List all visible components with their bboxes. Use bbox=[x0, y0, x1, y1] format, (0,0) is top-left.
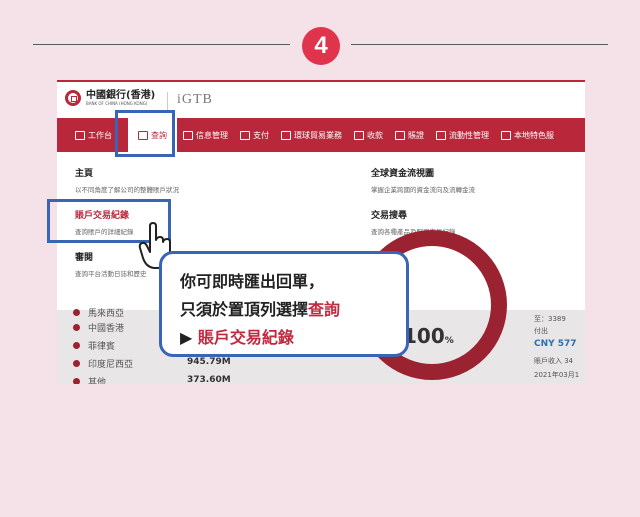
nav-item-workbench[interactable]: 工作台 bbox=[57, 118, 118, 152]
folder-icon bbox=[183, 130, 193, 140]
boc-logo-icon bbox=[65, 90, 81, 106]
summary-amount: CNY 577 bbox=[534, 339, 577, 349]
list-item: 菲律賓 bbox=[73, 339, 115, 352]
menu-item-global-overview-desc: 掌握企業跨國的資金流向及流轉金流 bbox=[371, 186, 475, 194]
divider-right bbox=[351, 44, 608, 45]
document-icon bbox=[395, 130, 405, 140]
donut-percent: 100% bbox=[403, 324, 454, 348]
callout-line-3: ▶ 賬戶交易紀錄 bbox=[180, 328, 294, 347]
nav-label: 環球貿易業務 bbox=[294, 130, 342, 140]
nav-label: 信息管理 bbox=[196, 130, 228, 140]
legend-dot-icon bbox=[73, 309, 80, 316]
nav-label: 收款 bbox=[367, 130, 383, 140]
briefcase-icon bbox=[75, 130, 85, 140]
nav-label: 賬證 bbox=[408, 130, 424, 140]
menu-item-global-overview[interactable]: 全球資金流視圖 bbox=[371, 166, 434, 179]
callout-line-2: 只須於置頂列選擇查詢 bbox=[180, 300, 341, 319]
highlight-inquiry-tab bbox=[115, 110, 175, 157]
globe-icon bbox=[281, 130, 291, 140]
callout-line-1: 你可即時匯出回單， bbox=[180, 272, 325, 291]
step-number-badge: 4 bbox=[302, 27, 340, 65]
divider-left bbox=[33, 44, 290, 45]
bank-name-cn: 中國銀行(香港) bbox=[86, 89, 156, 101]
nav-item-statement[interactable]: 賬證 bbox=[389, 118, 430, 152]
nav-label: 流動性管理 bbox=[449, 130, 489, 140]
summary-label: 付出 bbox=[534, 327, 548, 335]
coins-icon bbox=[436, 130, 446, 140]
summary-income: 賬戶收入 34 bbox=[534, 357, 574, 365]
menu-item-audit-desc: 查詢平台活動日誌和歷史 bbox=[75, 270, 147, 278]
nav-label: 支付 bbox=[253, 130, 269, 140]
nav-item-payment[interactable]: 支付 bbox=[234, 118, 275, 152]
list-item-value: 945.79M bbox=[187, 357, 231, 367]
list-item: 印度尼西亞 bbox=[73, 357, 133, 370]
list-item-value: 373.60M bbox=[187, 375, 231, 384]
bank-name-en: BANK OF CHINA (HONG KONG) bbox=[86, 100, 148, 106]
legend-dot-icon bbox=[73, 324, 80, 331]
bank-icon bbox=[501, 130, 511, 140]
nav-item-global-trade[interactable]: 環球貿易業務 bbox=[275, 118, 348, 152]
list-item: 中國香港 bbox=[73, 321, 124, 334]
menu-item-home[interactable]: 主頁 bbox=[75, 166, 93, 179]
instruction-callout: 你可即時匯出回單， 只須於置頂列選擇查詢 ▶ 賬戶交易紀錄 bbox=[159, 251, 409, 357]
nav-item-info-management[interactable]: 信息管理 bbox=[177, 118, 234, 152]
legend-dot-icon bbox=[73, 378, 80, 384]
list-item: 馬來西亞 bbox=[73, 306, 124, 319]
logo-divider bbox=[167, 92, 168, 110]
wallet-icon bbox=[240, 130, 250, 140]
bank-logo[interactable]: 中國銀行(香港) BANK OF CHINA (HONG KONG) bbox=[65, 90, 155, 106]
product-logo: iGTB bbox=[177, 92, 213, 107]
nav-item-collection[interactable]: 收款 bbox=[348, 118, 389, 152]
menu-item-home-desc: 以不同角度了解公司的整體賬戶狀況 bbox=[75, 186, 179, 194]
legend-dot-icon bbox=[73, 342, 80, 349]
inbox-icon bbox=[354, 130, 364, 140]
summary-timestamp: 2021年03月1 bbox=[534, 371, 580, 379]
legend-dot-icon bbox=[73, 360, 80, 367]
nav-label: 工作台 bbox=[88, 130, 112, 140]
menu-item-transaction-search[interactable]: 交易搜尋 bbox=[371, 208, 407, 221]
summary-date: 至：3389 bbox=[534, 315, 566, 323]
nav-item-local-services[interactable]: 本地特色服 bbox=[495, 118, 560, 152]
nav-item-liquidity[interactable]: 流動性管理 bbox=[430, 118, 495, 152]
menu-item-audit[interactable]: 審閱 bbox=[75, 250, 93, 263]
nav-label: 本地特色服 bbox=[514, 130, 554, 140]
list-item: 其他 bbox=[73, 375, 106, 384]
